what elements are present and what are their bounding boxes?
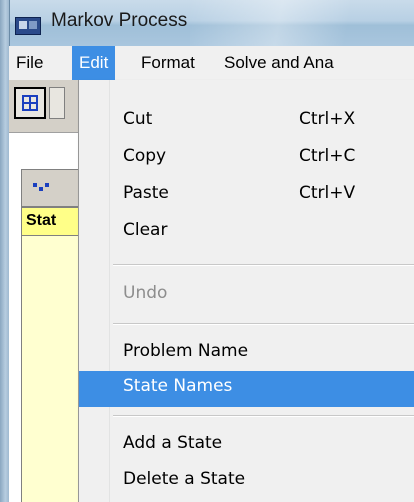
menu-item-add-state-label: Add a State	[123, 433, 223, 453]
menu-item-problem-name-label: Problem Name	[123, 341, 249, 361]
menu-bar: File Edit Format Solve and Ana	[9, 46, 414, 81]
menu-separator	[113, 415, 414, 417]
menu-item-add-state[interactable]: Add a State	[79, 428, 414, 464]
menu-item-state-names[interactable]: State Names	[79, 371, 414, 407]
menu-separator	[113, 323, 414, 325]
menu-item-copy-label: Copy	[123, 146, 167, 166]
menu-file[interactable]: File	[9, 46, 50, 80]
toolbar-button-2[interactable]	[49, 87, 65, 119]
menu-separator	[113, 264, 414, 266]
app-window: Markov Process File Edit Format Solve an…	[0, 0, 414, 502]
menu-item-paste-label: Paste	[123, 183, 169, 203]
menu-item-paste[interactable]: Paste Ctrl+V	[79, 178, 414, 214]
menu-item-copy-shortcut: Ctrl+C	[299, 146, 356, 166]
sheet-corner-icon	[33, 181, 53, 195]
menu-item-cut[interactable]: Cut Ctrl+X	[79, 104, 414, 140]
menu-item-copy[interactable]: Copy Ctrl+C	[79, 141, 414, 177]
menu-item-problem-name[interactable]: Problem Name	[79, 336, 414, 372]
menu-item-state-names-label: State Names	[123, 376, 233, 396]
title-bar[interactable]: Markov Process	[0, 0, 414, 46]
menu-edit[interactable]: Edit	[72, 46, 116, 80]
menu-item-undo-label: Undo	[123, 283, 168, 303]
row-header-label: Stat	[26, 212, 57, 229]
menu-item-delete-state[interactable]: Delete a State	[79, 464, 414, 500]
menu-item-cut-shortcut: Ctrl+X	[299, 109, 356, 129]
menu-item-clear[interactable]: Clear	[79, 215, 414, 251]
window-title: Markov Process	[51, 10, 188, 31]
menu-item-paste-shortcut: Ctrl+V	[299, 183, 356, 203]
menu-item-undo: Undo	[79, 278, 414, 314]
menu-format[interactable]: Format	[134, 46, 202, 80]
app-window-icon[interactable]	[15, 17, 41, 35]
menu-item-delete-state-label: Delete a State	[123, 469, 246, 489]
menu-solve-and-analyze[interactable]: Solve and Ana	[217, 46, 341, 80]
menu-item-clear-label: Clear	[123, 220, 168, 240]
menu-item-cut-label: Cut	[123, 109, 153, 129]
toolbar-grid-button[interactable]	[14, 87, 46, 119]
grid-icon	[22, 95, 38, 111]
edit-menu-dropdown: Cut Ctrl+X Copy Ctrl+C Paste Ctrl+V Clea…	[78, 80, 414, 502]
